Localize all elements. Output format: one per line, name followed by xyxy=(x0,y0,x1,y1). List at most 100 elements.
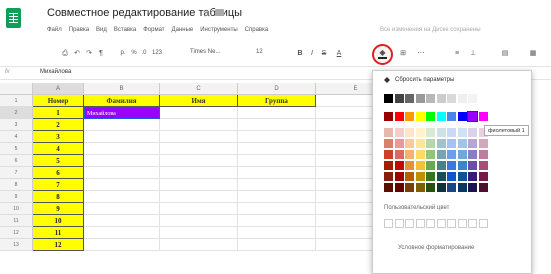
table-cell[interactable]: 8 xyxy=(33,191,84,203)
table-cell[interactable] xyxy=(160,107,238,119)
shade-swatch[interactable] xyxy=(405,183,414,192)
row-header[interactable]: 12 xyxy=(0,227,33,239)
table-cell[interactable]: 1 xyxy=(33,107,84,119)
shade-swatch[interactable] xyxy=(468,139,477,148)
select-all-corner[interactable] xyxy=(0,83,33,95)
gray-swatch[interactable] xyxy=(384,94,393,103)
table-cell[interactable] xyxy=(238,179,316,191)
table-cell[interactable] xyxy=(84,167,160,179)
shade-swatch[interactable] xyxy=(478,150,488,159)
table-cell[interactable] xyxy=(84,131,160,143)
currency-button[interactable]: р. xyxy=(118,47,128,60)
selected-cell[interactable]: Михайлова xyxy=(84,107,160,119)
table-cell[interactable] xyxy=(238,191,316,203)
table-cell[interactable] xyxy=(160,143,238,155)
document-title[interactable]: Совместное редактирование таблицы xyxy=(47,7,242,19)
custom-color-slot[interactable] xyxy=(415,219,425,228)
shade-swatch[interactable] xyxy=(457,183,467,192)
table-cell[interactable] xyxy=(238,119,316,131)
shade-swatch[interactable] xyxy=(468,128,477,137)
table-cell[interactable] xyxy=(84,215,160,227)
shade-swatch[interactable] xyxy=(405,139,414,148)
bold-button[interactable]: B xyxy=(296,47,304,60)
table-cell[interactable]: 2 xyxy=(33,119,84,131)
table-cell[interactable]: 6 xyxy=(33,167,84,179)
custom-color-slot[interactable] xyxy=(436,219,446,228)
shade-swatch[interactable] xyxy=(426,161,435,170)
shade-swatch[interactable] xyxy=(394,183,404,192)
bright-swatch[interactable] xyxy=(415,112,425,121)
more-tools-icon[interactable]: ▦ xyxy=(528,47,538,60)
bright-swatch[interactable] xyxy=(447,112,456,121)
table-cell[interactable] xyxy=(84,191,160,203)
bright-swatch[interactable] xyxy=(405,112,414,121)
custom-color-slot[interactable] xyxy=(426,219,435,228)
bright-swatch[interactable] xyxy=(436,112,446,121)
table-cell[interactable] xyxy=(160,203,238,215)
shade-swatch[interactable] xyxy=(415,150,425,159)
shade-swatch[interactable] xyxy=(447,128,456,137)
custom-color-slot[interactable] xyxy=(394,219,404,228)
shade-swatch[interactable] xyxy=(384,139,393,148)
row-header[interactable]: 9 xyxy=(0,191,33,203)
column-header[interactable]: B xyxy=(84,83,160,95)
shade-swatch[interactable] xyxy=(405,161,414,170)
custom-color-slot[interactable] xyxy=(468,219,477,228)
row-header[interactable]: 2 xyxy=(0,107,33,119)
table-cell[interactable] xyxy=(160,191,238,203)
table-cell[interactable] xyxy=(84,203,160,215)
star-icon[interactable]: ☆ xyxy=(202,7,212,20)
table-cell[interactable] xyxy=(160,179,238,191)
column-header[interactable]: D xyxy=(238,83,316,95)
table-cell[interactable] xyxy=(238,203,316,215)
shade-swatch[interactable] xyxy=(457,161,467,170)
shade-swatch[interactable] xyxy=(384,183,393,192)
shade-swatch[interactable] xyxy=(478,139,488,148)
merge-icon[interactable]: ⋯ xyxy=(414,47,428,60)
shade-swatch[interactable] xyxy=(384,150,393,159)
conditional-formatting-option[interactable]: Условное форматирование xyxy=(398,245,474,251)
table-cell[interactable] xyxy=(238,131,316,143)
gray-swatch[interactable] xyxy=(394,94,404,103)
table-cell[interactable] xyxy=(84,239,160,251)
shade-swatch[interactable] xyxy=(426,172,435,181)
shade-swatch[interactable] xyxy=(394,172,404,181)
menu-edit[interactable]: Правка xyxy=(69,27,89,37)
table-cell[interactable] xyxy=(84,155,160,167)
menu-insert[interactable]: Вставка xyxy=(114,27,136,37)
table-cell[interactable] xyxy=(238,167,316,179)
table-cell[interactable] xyxy=(160,227,238,239)
shade-swatch[interactable] xyxy=(436,139,446,148)
shade-swatch[interactable] xyxy=(394,161,404,170)
shade-swatch[interactable] xyxy=(457,172,467,181)
custom-color-slot[interactable] xyxy=(405,219,414,228)
bright-swatch[interactable] xyxy=(426,112,435,121)
shade-swatch[interactable] xyxy=(468,161,477,170)
shade-swatch[interactable] xyxy=(436,161,446,170)
shade-swatch[interactable] xyxy=(394,139,404,148)
bright-swatch[interactable] xyxy=(457,112,467,121)
header-cell[interactable]: Фамилия xyxy=(84,95,160,107)
shade-swatch[interactable] xyxy=(478,172,488,181)
font-select[interactable]: Times Ne... xyxy=(190,49,220,55)
sheets-logo-icon[interactable] xyxy=(6,8,21,28)
shade-swatch[interactable] xyxy=(468,183,477,192)
redo-icon[interactable]: ↷ xyxy=(84,47,94,60)
gray-swatch[interactable] xyxy=(447,94,456,103)
valign-icon[interactable]: ⊥ xyxy=(468,47,478,60)
more-formats-button[interactable]: 123 xyxy=(150,47,164,60)
decimals-button[interactable]: .0 xyxy=(140,47,148,60)
header-cell[interactable]: Номер xyxy=(33,95,84,107)
row-header[interactable]: 5 xyxy=(0,143,33,155)
shade-swatch[interactable] xyxy=(426,139,435,148)
shade-swatch[interactable] xyxy=(447,183,456,192)
table-cell[interactable] xyxy=(238,155,316,167)
row-header[interactable]: 13 xyxy=(0,239,33,251)
menu-help[interactable]: Справка xyxy=(245,27,269,37)
fill-color-button[interactable]: ◆ xyxy=(372,44,393,65)
shade-swatch[interactable] xyxy=(447,161,456,170)
column-header[interactable]: C xyxy=(160,83,238,95)
row-header[interactable]: 1 xyxy=(0,95,33,107)
table-cell[interactable]: 3 xyxy=(33,131,84,143)
shade-swatch[interactable] xyxy=(468,150,477,159)
